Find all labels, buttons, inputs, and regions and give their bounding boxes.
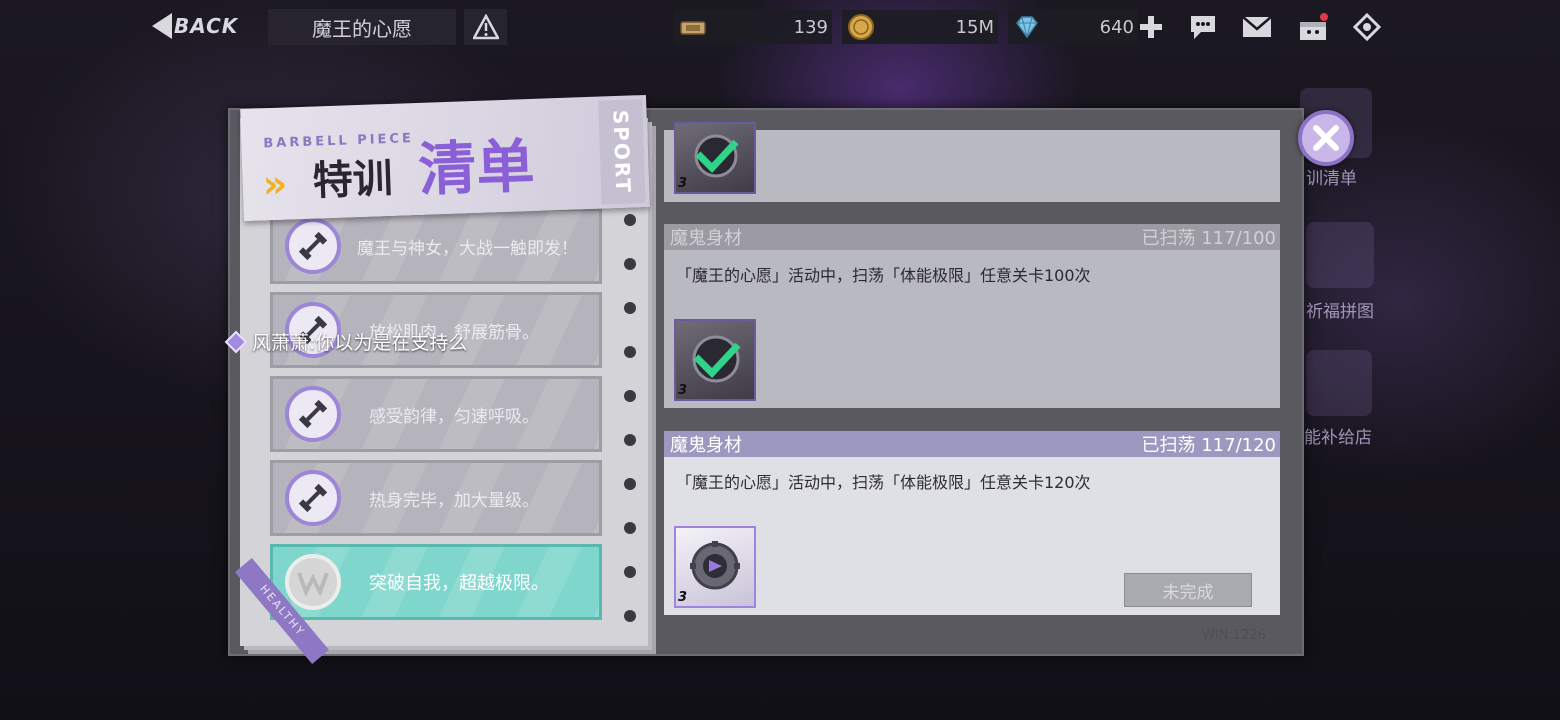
- diamond-icon: [1016, 16, 1038, 39]
- chevrons-icon: »: [262, 161, 279, 207]
- task-title: 魔鬼身材: [670, 228, 742, 249]
- close-icon: [1313, 125, 1339, 151]
- list-item-stage-4[interactable]: 热身完毕，加大量级。: [270, 460, 602, 536]
- list-item-label: 魔王与神女，大战一触即发！: [357, 238, 578, 259]
- binder-ring: [624, 302, 636, 314]
- reward-item-claimed[interactable]: 3: [674, 319, 756, 401]
- reward-count: 3: [678, 176, 688, 191]
- binder-ring: [624, 434, 636, 446]
- dumbbell-icon: [285, 218, 341, 274]
- list-item-label: 感受韵律，匀速呼吸。: [369, 406, 539, 427]
- add-icon: [1140, 16, 1162, 38]
- reward-item-claimed[interactable]: 3: [674, 122, 756, 194]
- binder-ring: [624, 258, 636, 270]
- list-item-stage-3[interactable]: 感受韵律，匀速呼吸。: [270, 376, 602, 452]
- training-list-header: BARBELL PIECE » 特训 清单 SPORT: [240, 94, 650, 222]
- list-item-stage-5-selected[interactable]: 突破自我，超越极限。: [270, 544, 602, 620]
- page-title: 魔王的心愿: [268, 9, 456, 45]
- incomplete-status-button[interactable]: 未完成: [1124, 573, 1252, 607]
- chat-button[interactable]: [1186, 10, 1220, 44]
- win-label: WIN:1226: [1202, 628, 1266, 643]
- back-button[interactable]: BACK: [152, 8, 262, 44]
- side-entry-puzzle[interactable]: [1306, 222, 1374, 288]
- side-label-training: 训清单: [1306, 169, 1357, 189]
- list-item-label: 突破自我，超越极限。: [369, 573, 549, 594]
- ticket-icon: [680, 21, 706, 35]
- back-label: BACK: [174, 14, 239, 38]
- resource-diamonds: 640: [1008, 10, 1138, 44]
- task-progress: 已扫荡 117/100: [1141, 228, 1277, 249]
- task-header: 魔鬼身材 已扫荡 117/100: [664, 224, 1280, 250]
- task-card: 魔鬼身材 已扫荡 117/100 「魔王的心愿」活动中，扫荡「体能极限」任意关卡…: [664, 224, 1280, 408]
- task-description: 「魔王的心愿」活动中，扫荡「体能极限」任意关卡120次: [676, 473, 1091, 492]
- binder-ring: [624, 390, 636, 402]
- task-description: 「魔王的心愿」活动中，扫荡「体能极限」任意关卡100次: [676, 266, 1091, 285]
- warning-triangle-icon: [472, 14, 499, 40]
- resource-coins: 15M: [842, 10, 998, 44]
- task-card-partial: [664, 130, 1280, 202]
- check-icon: [692, 335, 741, 383]
- side-entry-shop[interactable]: [1306, 350, 1372, 416]
- close-button[interactable]: [1298, 110, 1354, 166]
- binder-ring: [624, 478, 636, 490]
- top-bar: BACK 魔王的心愿 139 15M 640: [0, 0, 1560, 54]
- side-label-puzzle: 祈福拼图: [1306, 302, 1374, 322]
- check-icon: [694, 134, 739, 178]
- binder-ring: [624, 566, 636, 578]
- w-badge-icon: [285, 554, 341, 610]
- binder-ring: [624, 214, 636, 226]
- reward-count: 3: [678, 590, 688, 605]
- header-title-a: 特训: [311, 155, 394, 205]
- menu-icon: [1352, 12, 1382, 42]
- list-item-stage-1[interactable]: 魔王与神女，大战一触即发！: [270, 208, 602, 284]
- dumbbell-icon: [285, 470, 341, 526]
- info-button[interactable]: [464, 9, 507, 45]
- chat-text: 风萧萧:你以为是在支持么: [252, 332, 468, 354]
- binder-ring: [624, 346, 636, 358]
- header-title-b: 清单: [417, 131, 536, 204]
- task-title: 魔鬼身材: [670, 435, 742, 456]
- reward-count: 3: [678, 383, 688, 398]
- diamond-count: 640: [1099, 16, 1134, 38]
- add-diamond-button[interactable]: [1134, 10, 1168, 44]
- back-arrow-icon: [152, 13, 172, 39]
- sport-tag: SPORT: [598, 99, 646, 205]
- chat-broadcast: 风萧萧:你以为是在支持么: [224, 328, 468, 355]
- chat-gem-icon: [224, 330, 248, 353]
- coin-count: 15M: [955, 16, 994, 38]
- task-header: 魔鬼身材 已扫荡 117/120: [664, 431, 1280, 457]
- gift-button[interactable]: [1296, 10, 1330, 44]
- task-progress: 已扫荡 117/120: [1141, 435, 1277, 456]
- menu-button[interactable]: [1350, 10, 1384, 44]
- list-item-label: 热身完毕，加大量级。: [369, 490, 539, 511]
- binder-ring: [624, 610, 636, 622]
- gear-token-icon: [690, 541, 740, 590]
- binder-ring: [624, 522, 636, 534]
- reward-item[interactable]: 3: [674, 526, 756, 608]
- chat-icon: [1191, 16, 1215, 39]
- mail-button[interactable]: [1240, 10, 1274, 44]
- resource-tickets: 139: [674, 10, 832, 44]
- ticket-count: 139: [793, 16, 828, 38]
- mail-icon: [1242, 16, 1272, 37]
- dumbbell-icon: [285, 386, 341, 442]
- coin-icon: [848, 14, 874, 40]
- gift-icon: [1300, 13, 1328, 40]
- side-label-shop: 能补给店: [1304, 428, 1372, 448]
